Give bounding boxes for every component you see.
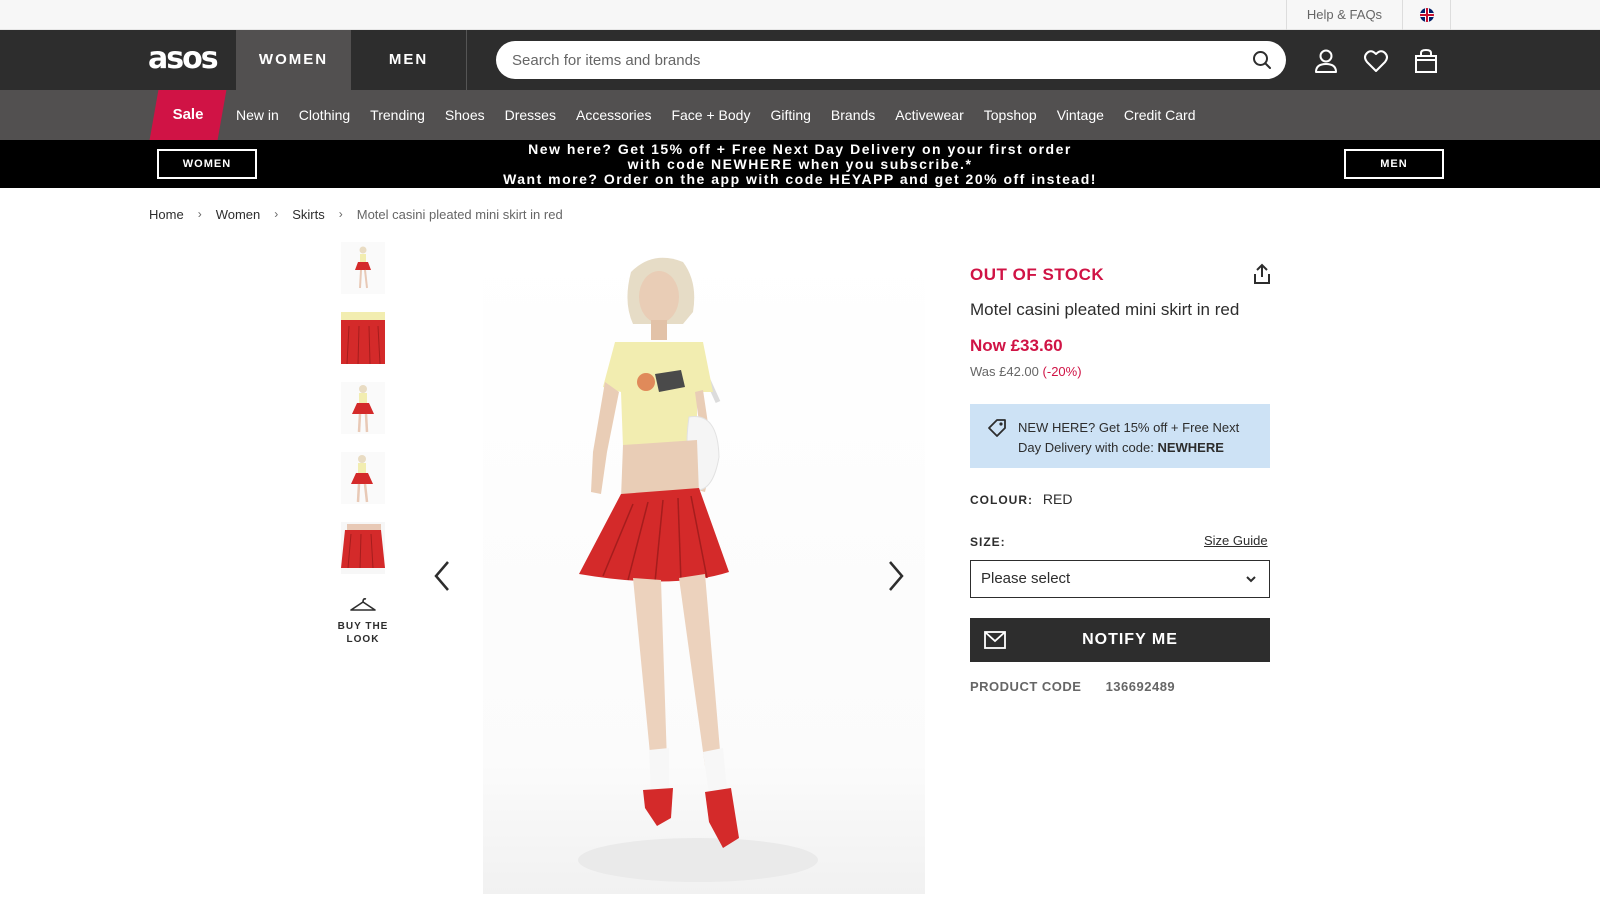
buy-the-look-label: BUY THE LOOK xyxy=(337,621,389,645)
notify-me-button[interactable]: NOTIFY ME xyxy=(970,618,1270,662)
tab-women[interactable]: WOMEN xyxy=(236,30,351,90)
tag-icon xyxy=(988,419,1006,437)
breadcrumb-separator: › xyxy=(274,207,279,221)
promo-banner[interactable]: WOMEN New here? Get 15% off + Free Next … xyxy=(0,140,1600,188)
product-code-value: 136692489 xyxy=(1105,679,1176,694)
breadcrumb-women[interactable]: Women xyxy=(216,207,261,222)
nav-item[interactable]: Brands xyxy=(831,107,875,123)
promo-line: New here? Get 15% off + Free Next Day De… xyxy=(528,140,1072,157)
nav-item[interactable]: Face + Body xyxy=(671,107,750,123)
product-code: PRODUCT CODE 136692489 xyxy=(970,679,1175,694)
thumbnail-2[interactable] xyxy=(341,312,385,364)
stock-status: OUT OF STOCK xyxy=(970,265,1105,284)
product-main-image[interactable] xyxy=(483,242,925,894)
colour-value: RED xyxy=(1042,491,1073,507)
promo-code: NEWHERE xyxy=(1157,440,1224,455)
chevron-right-icon[interactable] xyxy=(884,558,908,594)
promo-text: New here? Get 15% off + Free Next Day De… xyxy=(400,140,1200,188)
nav-item[interactable]: Accessories xyxy=(576,107,651,123)
heart-icon[interactable] xyxy=(1363,48,1389,74)
size-select[interactable]: Please select xyxy=(970,560,1270,598)
product-title: Motel casini pleated mini skirt in red xyxy=(970,300,1240,319)
nav-item[interactable]: Clothing xyxy=(299,107,350,123)
nav-item-sale[interactable]: Sale xyxy=(154,90,222,140)
was-price-line: Was £42.00 (-20%) xyxy=(970,364,1082,379)
notify-me-label: NOTIFY ME xyxy=(1082,631,1178,648)
nav-item[interactable]: Dresses xyxy=(505,107,556,123)
nav-item[interactable]: Shoes xyxy=(445,107,485,123)
colour-row: COLOUR: RED xyxy=(970,491,1072,507)
asos-logo[interactable]: asos xyxy=(148,43,219,75)
promo-box-text: NEW HERE? Get 15% off + Free Next Day De… xyxy=(1018,418,1258,458)
breadcrumb-separator: › xyxy=(338,207,343,221)
nav-item[interactable]: Topshop xyxy=(984,107,1037,123)
breadcrumb-home[interactable]: Home xyxy=(149,207,184,222)
nav-item[interactable]: Credit Card xyxy=(1124,107,1196,123)
promo-men-button[interactable]: MEN xyxy=(1344,149,1444,179)
model-illustration xyxy=(578,257,818,882)
share-icon[interactable] xyxy=(1252,262,1272,286)
help-faqs-link[interactable]: Help & FAQs xyxy=(1286,0,1402,30)
uk-flag-icon xyxy=(1419,8,1434,22)
promo-line: with code NEWHERE when you subscribe.* xyxy=(627,155,973,172)
nav-item[interactable]: Gifting xyxy=(770,107,810,123)
nav-item[interactable]: New in xyxy=(236,107,279,123)
size-label: SIZE: xyxy=(970,535,1006,549)
nav-item[interactable]: Vintage xyxy=(1057,107,1104,123)
discount-percent: (-20%) xyxy=(1042,364,1082,379)
colour-label: COLOUR: xyxy=(970,493,1033,507)
thumbnail-list xyxy=(341,242,385,592)
promo-line: Want more? Order on the app with code HE… xyxy=(503,170,1097,187)
promo-women-button[interactable]: WOMEN xyxy=(157,149,257,179)
nav-item[interactable]: Trending xyxy=(370,107,425,123)
thumbnail-4[interactable] xyxy=(341,452,385,504)
breadcrumb-skirts[interactable]: Skirts xyxy=(292,207,325,222)
current-price: Now £33.60 xyxy=(970,336,1063,355)
breadcrumb: Home › Women › Skirts › Motel casini ple… xyxy=(149,206,563,222)
nav-items: New in Clothing Trending Shoes Dresses A… xyxy=(236,90,1216,140)
chevron-down-icon xyxy=(1246,576,1256,583)
breadcrumb-separator: › xyxy=(197,207,202,221)
product-code-label: PRODUCT CODE xyxy=(970,679,1082,694)
main-header: asos WOMEN MEN xyxy=(0,30,1600,90)
breadcrumb-current: Motel casini pleated mini skirt in red xyxy=(356,206,563,222)
size-select-value: Please select xyxy=(981,570,1071,587)
utility-bar: Help & FAQs xyxy=(0,0,1600,30)
search-icon[interactable] xyxy=(1252,50,1272,70)
search-box xyxy=(496,41,1286,79)
bag-icon[interactable] xyxy=(1413,48,1439,74)
thumbnail-5[interactable] xyxy=(341,522,385,574)
header-divider xyxy=(466,30,467,90)
account-icon[interactable] xyxy=(1313,48,1339,74)
tab-men[interactable]: MEN xyxy=(351,30,466,90)
buy-the-look-button[interactable]: BUY THE LOOK xyxy=(330,596,396,646)
thumbnail-1[interactable] xyxy=(341,242,385,294)
nav-item[interactable]: Activewear xyxy=(895,107,963,123)
hanger-icon xyxy=(350,598,376,611)
size-guide-link[interactable]: Size Guide xyxy=(1204,533,1268,548)
search-input[interactable] xyxy=(512,41,1242,79)
thumbnail-3[interactable] xyxy=(341,382,385,434)
country-selector[interactable] xyxy=(1402,0,1451,30)
was-price: Was £42.00 xyxy=(970,364,1039,379)
category-nav: Sale New in Clothing Trending Shoes Dres… xyxy=(0,90,1600,140)
chevron-left-icon[interactable] xyxy=(430,558,454,594)
promo-code-box: NEW HERE? Get 15% off + Free Next Day De… xyxy=(970,404,1270,468)
